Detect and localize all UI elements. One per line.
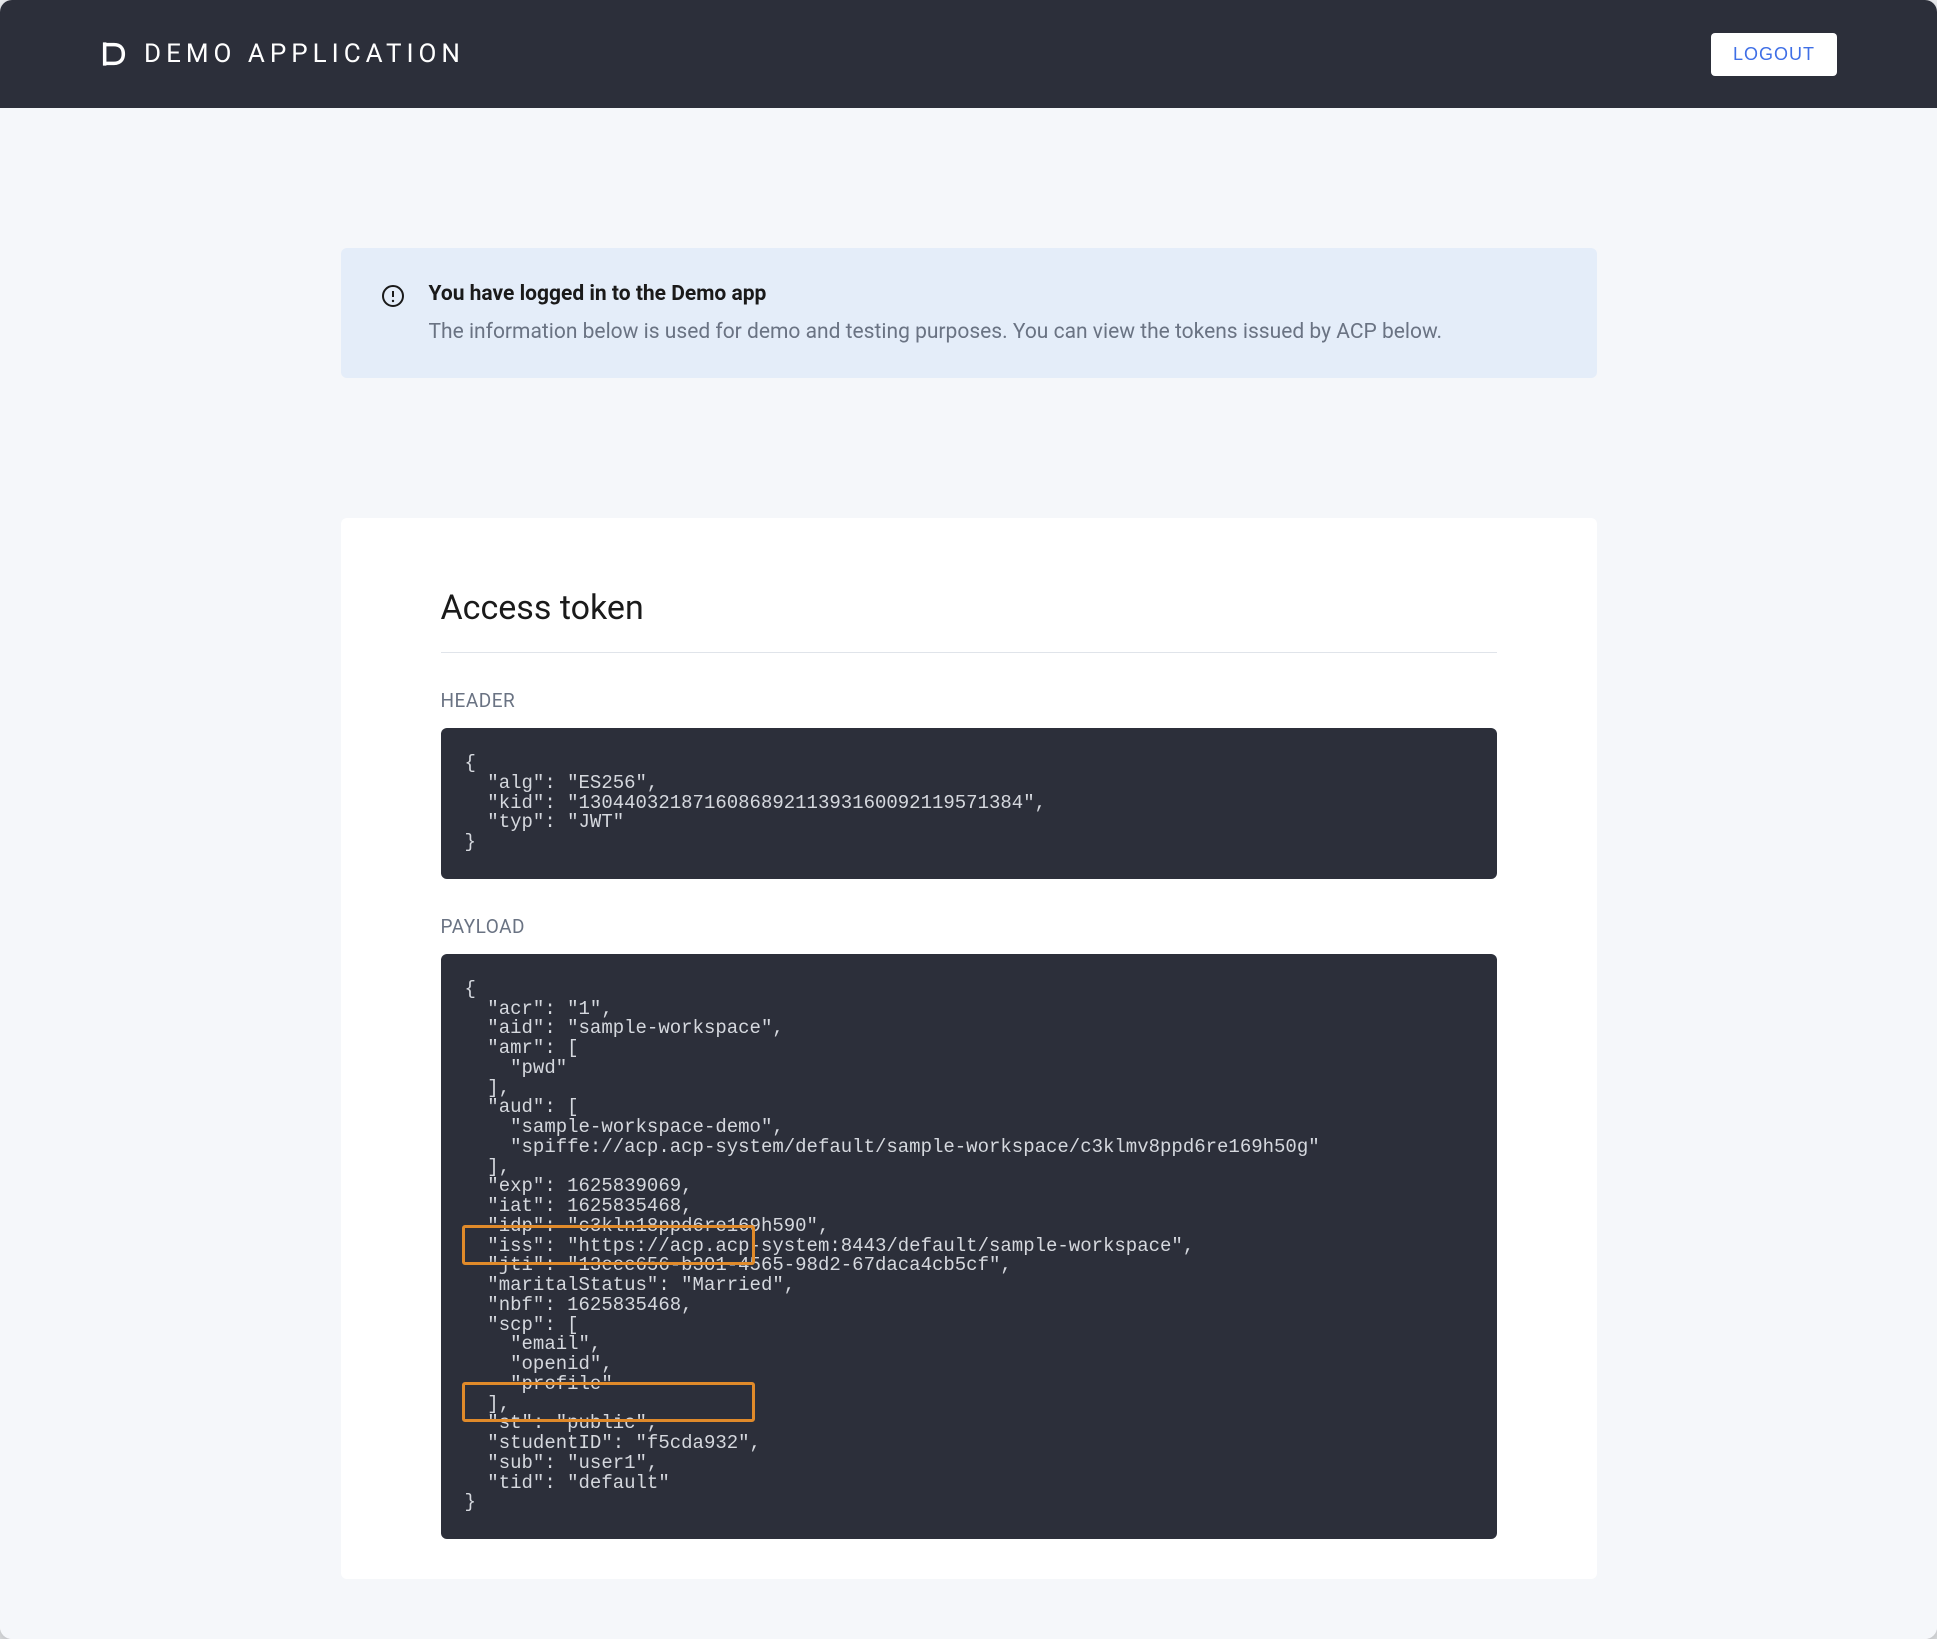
header-section-label: HEADER	[441, 689, 1497, 712]
header-code-block: { "alg": "ES256", "kid": "13044032187160…	[441, 728, 1497, 879]
payload-code-block: { "acr": "1", "aid": "sample-workspace",…	[441, 954, 1497, 1539]
info-banner-title: You have logged in to the Demo app	[429, 282, 1557, 306]
info-alert-icon	[381, 284, 405, 312]
brand-area: DEMO APPLICATION	[100, 39, 465, 69]
app-title: DEMO APPLICATION	[144, 39, 465, 69]
info-banner-description: The information below is used for demo a…	[429, 320, 1557, 344]
app-window: DEMO APPLICATION LOGOUT You have logged …	[0, 0, 1937, 1639]
main-content: You have logged in to the Demo app The i…	[0, 108, 1937, 1639]
info-text-block: You have logged in to the Demo app The i…	[429, 282, 1557, 344]
payload-section-label: PAYLOAD	[441, 915, 1497, 938]
app-header: DEMO APPLICATION LOGOUT	[0, 0, 1937, 108]
info-banner: You have logged in to the Demo app The i…	[341, 248, 1597, 378]
brand-logo-icon	[100, 40, 128, 68]
access-token-heading: Access token	[441, 588, 1497, 653]
logout-button[interactable]: LOGOUT	[1711, 33, 1837, 76]
access-token-card: Access token HEADER { "alg": "ES256", "k…	[341, 518, 1597, 1579]
